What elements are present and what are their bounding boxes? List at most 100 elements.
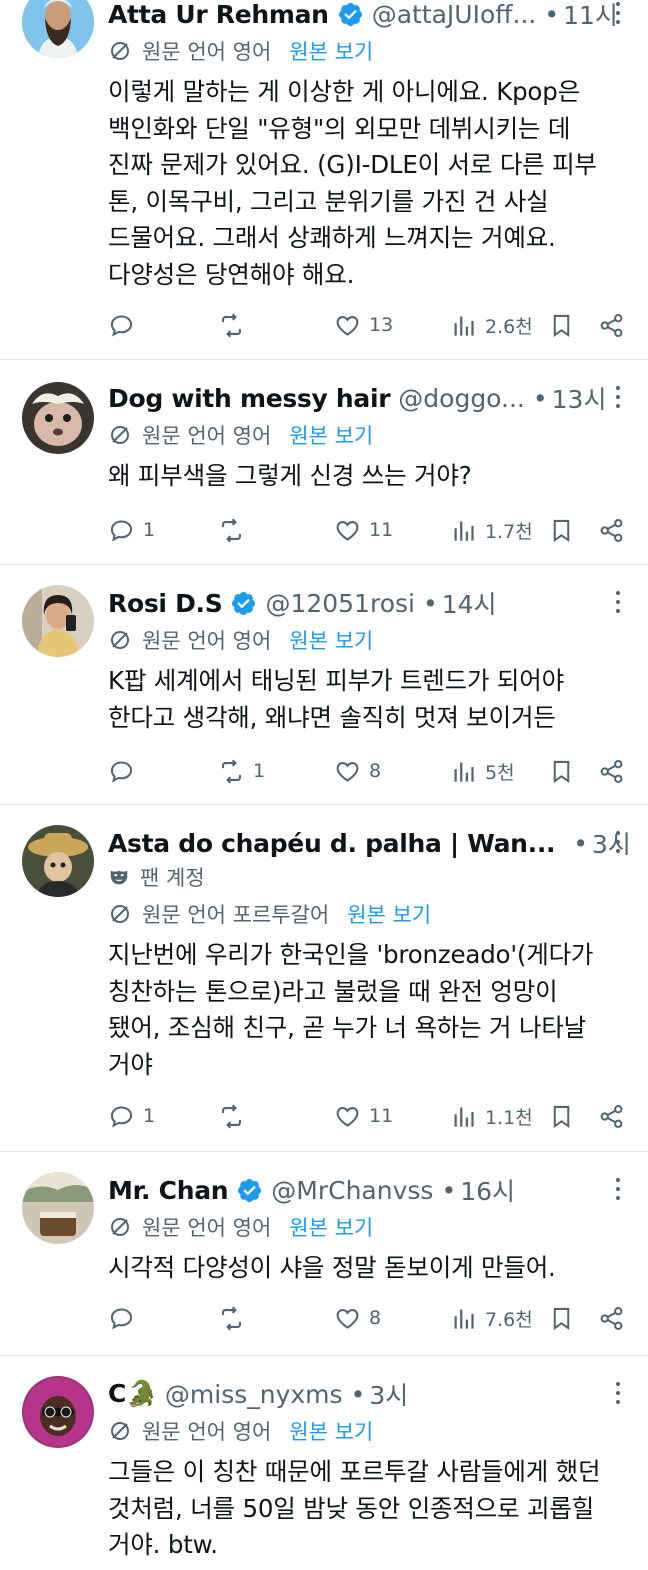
like-button[interactable]: 11 — [334, 1099, 393, 1133]
reply-icon — [110, 314, 133, 336]
reply-button[interactable]: 1 — [108, 1099, 155, 1133]
like-count: 8 — [369, 760, 382, 782]
view-count: 7.6천 — [485, 1308, 533, 1331]
display-name[interactable]: Mr. Chan — [108, 1176, 229, 1205]
like-button[interactable]: 11 — [334, 513, 393, 547]
retweet-icon — [222, 759, 241, 783]
timestamp[interactable]: 3시 — [369, 1376, 408, 1412]
reply-icon — [110, 760, 133, 782]
like-count: 13 — [369, 314, 394, 336]
more-options-icon[interactable] — [606, 382, 630, 412]
reply-button[interactable] — [108, 754, 143, 788]
translate-icon — [111, 631, 129, 649]
tweet-actions: 1 8 5천 — [108, 754, 628, 788]
translation-source-label: 원문 언어 영어 — [142, 1216, 272, 1240]
views-button[interactable]: 5천 — [450, 754, 515, 788]
views-button[interactable]: 1.7천 — [450, 513, 533, 547]
display-name[interactable]: Dog with messy hair — [108, 384, 391, 413]
translation-bar: 원문 언어 영어 원본 보기 — [108, 1210, 628, 1244]
share-button[interactable] — [598, 1099, 625, 1133]
display-name[interactable]: Atta Ur Rehman — [108, 0, 329, 29]
like-button[interactable]: 8 — [334, 1301, 381, 1335]
handle[interactable]: @doggo... — [398, 384, 525, 413]
share-button[interactable] — [598, 1301, 625, 1335]
timestamp[interactable]: 16시 — [460, 1172, 515, 1208]
avatar[interactable] — [22, 382, 94, 454]
avatar[interactable] — [22, 1172, 94, 1244]
separator-dot: • — [544, 0, 560, 29]
display-name[interactable]: Rosi D.S — [108, 589, 223, 618]
view-original-link[interactable]: 원본 보기 — [289, 420, 373, 450]
bookmark-button[interactable] — [548, 308, 575, 342]
handle[interactable]: @miss_nyxms — [165, 1380, 343, 1409]
like-button[interactable]: 8 — [334, 754, 381, 788]
more-options-icon[interactable] — [606, 1378, 630, 1408]
display-name[interactable]: Asta do chapéu d. palha | Wan... — [108, 829, 556, 858]
like-button[interactable]: 13 — [334, 308, 393, 342]
tweet[interactable]: Atta Ur Rehman @attaJUIoff... • 11시 원문 언… — [0, 0, 648, 360]
reply-button[interactable] — [108, 1301, 143, 1335]
more-options-icon[interactable] — [606, 587, 630, 617]
fan-account-text: 팬 계정 — [140, 866, 205, 890]
tweet-text: K팝 세계에서 태닝된 피부가 트렌드가 되어야 한다고 생각해, 왜냐면 솔직… — [108, 666, 564, 732]
view-original-link[interactable]: 원본 보기 — [289, 36, 373, 66]
avatar[interactable] — [22, 825, 94, 897]
handle[interactable]: @MrChanvss — [271, 1176, 433, 1205]
view-original-link[interactable]: 원본 보기 — [289, 1416, 373, 1446]
retweet-count: 1 — [253, 760, 266, 782]
reply-icon — [110, 1307, 133, 1329]
retweet-button[interactable] — [218, 308, 253, 342]
tweet-text: 왜 피부색을 그렇게 신경 쓰는 거야? — [108, 461, 472, 490]
reply-button[interactable]: 1 — [108, 513, 155, 547]
more-options-icon[interactable] — [606, 1174, 630, 1204]
retweet-icon — [222, 313, 241, 337]
tweet-header: C🐊 @miss_nyxms • 3시 — [108, 1376, 628, 1412]
handle[interactable]: @attaJUIoff... — [372, 0, 537, 29]
retweet-button[interactable]: 1 — [218, 754, 265, 788]
handle[interactable]: @12051rosi — [265, 589, 415, 618]
retweet-button[interactable] — [218, 1099, 253, 1133]
tweet[interactable]: Mr. Chan @MrChanvss • 16시 원문 언어 영어 원본 보기… — [0, 1152, 648, 1356]
avatar[interactable] — [22, 1376, 94, 1448]
display-name[interactable]: C🐊 — [108, 1379, 157, 1409]
tweet-text: 지난번에 우리가 한국인을 'bronzeado'(게다가 칭찬하는 톤으로)라… — [108, 940, 594, 1079]
avatar-image — [22, 585, 94, 657]
avatar-image — [22, 825, 94, 897]
view-original-link[interactable]: 원본 보기 — [289, 1212, 373, 1242]
views-button[interactable]: 7.6천 — [450, 1301, 533, 1335]
separator-dot: • — [350, 1379, 366, 1409]
tweet[interactable]: Rosi D.S @12051rosi • 14시 원문 언어 영어 원본 보기… — [0, 565, 648, 805]
more-options-icon[interactable] — [606, 827, 630, 857]
share-button[interactable] — [598, 308, 625, 342]
more-options-icon[interactable] — [606, 0, 630, 28]
timestamp[interactable]: 14시 — [442, 585, 497, 621]
tweet[interactable]: Dog with messy hair @doggo... • 13시 원문 언… — [0, 360, 648, 565]
timestamp[interactable]: 13시 — [552, 380, 607, 416]
view-original-link[interactable]: 원본 보기 — [347, 899, 431, 929]
avatar[interactable] — [22, 0, 94, 58]
bookmark-button[interactable] — [548, 754, 575, 788]
view-count: 1.7천 — [485, 520, 533, 543]
translation-source-label: 원문 언어 영어 — [142, 40, 272, 64]
views-button[interactable]: 2.6천 — [450, 308, 533, 342]
tweet-text: 그들은 이 칭찬 때문에 포르투갈 사람들에게 했던 것처럼, 너를 50일 밤… — [108, 1457, 601, 1559]
tweet[interactable]: Asta do chapéu d. palha | Wan... • 3시 팬 … — [0, 805, 648, 1152]
bookmark-button[interactable] — [548, 513, 575, 547]
avatar-image — [22, 382, 94, 454]
retweet-button[interactable] — [218, 1301, 253, 1335]
bookmark-button[interactable] — [548, 1099, 575, 1133]
reply-button[interactable] — [108, 308, 143, 342]
bookmark-button[interactable] — [548, 1301, 575, 1335]
tweet[interactable]: C🐊 @miss_nyxms • 3시 원문 언어 영어 원본 보기 그들은 이… — [0, 1356, 648, 1570]
translation-bar: 원문 언어 영어 원본 보기 — [108, 1414, 628, 1448]
retweet-button[interactable] — [218, 513, 253, 547]
view-original-link[interactable]: 원본 보기 — [289, 625, 373, 655]
translate-icon — [111, 1218, 129, 1236]
share-button[interactable] — [598, 754, 625, 788]
views-button[interactable]: 1.1천 — [450, 1099, 533, 1133]
view-count: 2.6천 — [485, 315, 533, 338]
heart-icon — [336, 315, 359, 336]
share-button[interactable] — [598, 513, 625, 547]
views-icon — [454, 762, 474, 782]
avatar[interactable] — [22, 585, 94, 657]
